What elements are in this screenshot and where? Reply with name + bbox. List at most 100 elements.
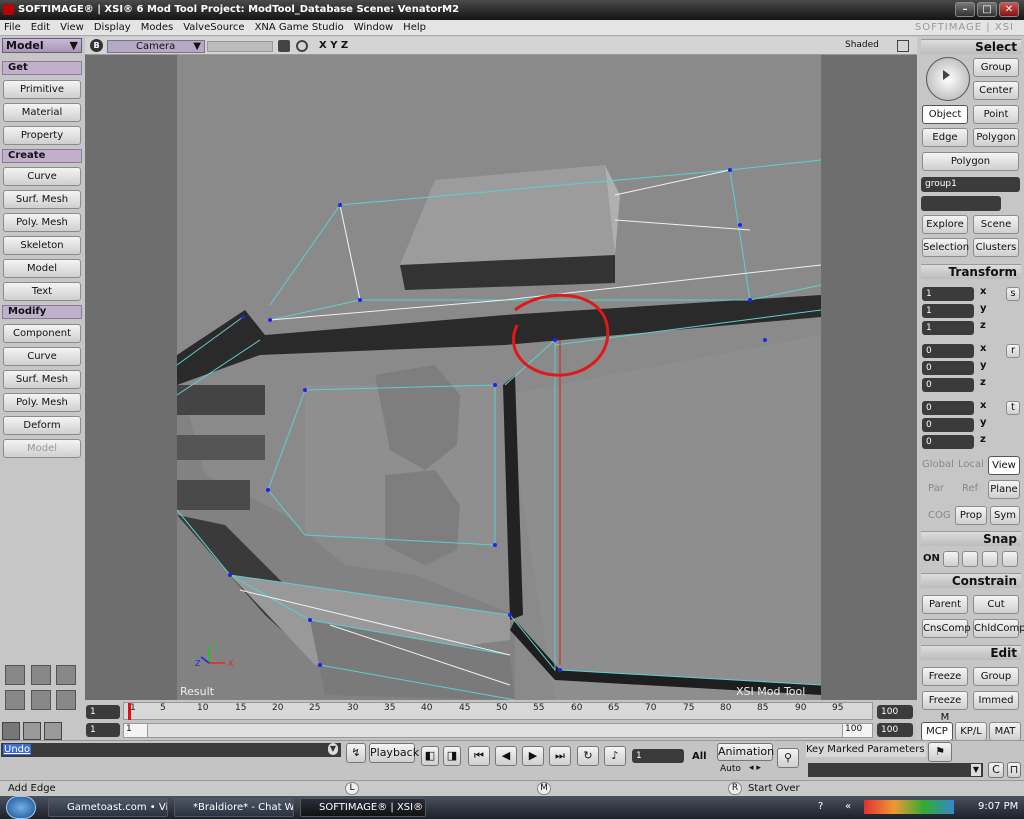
- menu-valvesource[interactable]: ValveSource: [179, 20, 248, 35]
- snap-point-icon[interactable]: [943, 551, 959, 567]
- layout-vsplit-icon[interactable]: [31, 690, 51, 710]
- tab-mcp[interactable]: MCP: [921, 722, 953, 741]
- create-skeleton-button[interactable]: Skeleton: [3, 236, 81, 255]
- menu-view[interactable]: View: [56, 20, 88, 35]
- create-curve-button[interactable]: Curve: [3, 167, 81, 186]
- key-prev-icon[interactable]: ◂ ▸: [749, 763, 761, 773]
- primitive-button[interactable]: Primitive: [3, 80, 81, 99]
- object-select-button[interactable]: Object: [922, 105, 968, 124]
- layout-split-icon[interactable]: [5, 690, 25, 710]
- first-frame-icon[interactable]: ⏮: [468, 746, 490, 766]
- start-button[interactable]: [6, 796, 36, 819]
- camera-selector[interactable]: Camera ▼: [107, 40, 205, 53]
- taskbar-item-softimage[interactable]: SOFTIMAGE® | XSI® ...: [300, 798, 426, 817]
- timeline-end-field[interactable]: 100: [877, 705, 913, 719]
- global-button[interactable]: Global: [922, 459, 954, 470]
- polygon-select-button[interactable]: Polygon: [973, 128, 1019, 147]
- translate-button[interactable]: t: [1006, 401, 1020, 415]
- play-forward-icon[interactable]: ▶: [522, 746, 544, 766]
- modify-deform-button[interactable]: Deform: [3, 416, 81, 435]
- modify-curve-button[interactable]: Curve: [3, 347, 81, 366]
- layout-curve-icon[interactable]: [5, 665, 25, 685]
- 3d-viewport[interactable]: Y X Z Result XSI Mod Tool: [85, 55, 917, 700]
- tab-mat[interactable]: MAT: [989, 722, 1021, 741]
- menu-display[interactable]: Display: [90, 20, 135, 35]
- modify-model-button[interactable]: Model: [3, 439, 81, 458]
- menu-window[interactable]: Window: [350, 20, 397, 35]
- view-transform-button[interactable]: View: [988, 456, 1020, 475]
- edge-select-button[interactable]: Edge: [922, 128, 968, 147]
- mode-selector[interactable]: Model ▼: [2, 38, 82, 53]
- cut-button[interactable]: Cut: [973, 595, 1019, 614]
- script-editor-icon[interactable]: ↯: [346, 743, 366, 763]
- property-button[interactable]: Property: [3, 126, 81, 145]
- minimize-button[interactable]: –: [955, 2, 975, 17]
- brush-tool-icon[interactable]: [23, 722, 41, 740]
- explore-button[interactable]: Explore: [922, 215, 968, 234]
- menu-xna[interactable]: XNA Game Studio: [251, 20, 348, 35]
- center-select-button[interactable]: Center: [973, 81, 1019, 100]
- snap-curve-icon[interactable]: [962, 551, 978, 567]
- select-arrow-icon[interactable]: [926, 57, 970, 101]
- par-button[interactable]: Par: [928, 483, 944, 494]
- chldcomp-button[interactable]: ChldComp: [973, 619, 1024, 638]
- timeline-start-field[interactable]: 1: [86, 705, 120, 719]
- local-button[interactable]: Local: [958, 459, 984, 470]
- timeline-start2-field[interactable]: 1: [86, 723, 120, 737]
- cog-button[interactable]: COG: [928, 510, 951, 521]
- translate-x-field[interactable]: 0: [922, 401, 974, 415]
- immed-button[interactable]: Immed: [973, 691, 1019, 710]
- snap-grid-icon[interactable]: [1002, 551, 1018, 567]
- taskbar-item-chat[interactable]: *Braldiore* - Chat Wi...: [174, 798, 294, 817]
- create-poly-mesh-button[interactable]: Poly. Mesh: [3, 213, 81, 232]
- plane-button[interactable]: Plane: [988, 480, 1020, 499]
- layout-four-icon[interactable]: [56, 665, 76, 685]
- rotate-x-field[interactable]: 0: [922, 344, 974, 358]
- maximize-button[interactable]: □: [977, 2, 997, 17]
- auto-key-button[interactable]: Auto: [720, 764, 741, 774]
- palette-tool-icon[interactable]: [44, 722, 62, 740]
- rotate-button[interactable]: r: [1006, 344, 1020, 358]
- translate-y-field[interactable]: 0: [922, 418, 974, 432]
- copy-icon[interactable]: C: [988, 762, 1004, 778]
- loop-icon[interactable]: ↻: [577, 746, 599, 766]
- parent-button[interactable]: Parent: [922, 595, 968, 614]
- freeze-button[interactable]: Freeze: [922, 667, 968, 686]
- close-button[interactable]: ✕: [999, 2, 1019, 17]
- shaded-mode[interactable]: Shaded: [845, 40, 879, 50]
- group-select-button[interactable]: Group: [973, 58, 1019, 77]
- command-line[interactable]: Undo ▼: [1, 743, 341, 757]
- modify-component-button[interactable]: Component: [3, 324, 81, 343]
- menu-file[interactable]: File: [0, 20, 25, 35]
- range-slider[interactable]: 1 100: [123, 723, 873, 738]
- key-icon[interactable]: ⚲: [777, 748, 799, 768]
- scene-button[interactable]: Scene: [973, 215, 1019, 234]
- viewport-b-button[interactable]: B: [90, 39, 103, 52]
- group-button[interactable]: Group: [973, 667, 1019, 686]
- next-frame-icon[interactable]: ◨: [443, 746, 461, 766]
- all-button[interactable]: All: [692, 751, 707, 762]
- material-button[interactable]: Material: [3, 103, 81, 122]
- snap-on-toggle[interactable]: ON: [923, 553, 940, 564]
- polygon-mode-button[interactable]: Polygon: [922, 152, 1019, 171]
- create-model-button[interactable]: Model: [3, 259, 81, 278]
- audio-icon[interactable]: ♪: [604, 746, 626, 766]
- camera-icon[interactable]: [278, 40, 290, 52]
- clusters-button[interactable]: Clusters: [973, 238, 1019, 257]
- key-marked-parameters-button[interactable]: Key Marked Parameters: [806, 743, 926, 757]
- select-tool-icon[interactable]: [2, 722, 20, 740]
- layer-dropdown[interactable]: ▼: [808, 763, 983, 777]
- maximize-view-icon[interactable]: [897, 40, 909, 52]
- timeline-end2-field[interactable]: 100: [877, 723, 913, 737]
- cnscomp-button[interactable]: CnsComp: [922, 619, 971, 638]
- create-text-button[interactable]: Text: [3, 282, 81, 301]
- ref-button[interactable]: Ref: [962, 483, 978, 494]
- translate-z-field[interactable]: 0: [922, 435, 974, 449]
- layout-grid-icon[interactable]: [56, 690, 76, 710]
- last-frame-icon[interactable]: ⏭: [549, 746, 571, 766]
- create-surf-mesh-button[interactable]: Surf. Mesh: [3, 190, 81, 209]
- view-memo-slots[interactable]: [207, 41, 273, 52]
- menu-edit[interactable]: Edit: [27, 20, 54, 35]
- modify-surf-mesh-button[interactable]: Surf. Mesh: [3, 370, 81, 389]
- sym-button[interactable]: Sym: [990, 506, 1020, 525]
